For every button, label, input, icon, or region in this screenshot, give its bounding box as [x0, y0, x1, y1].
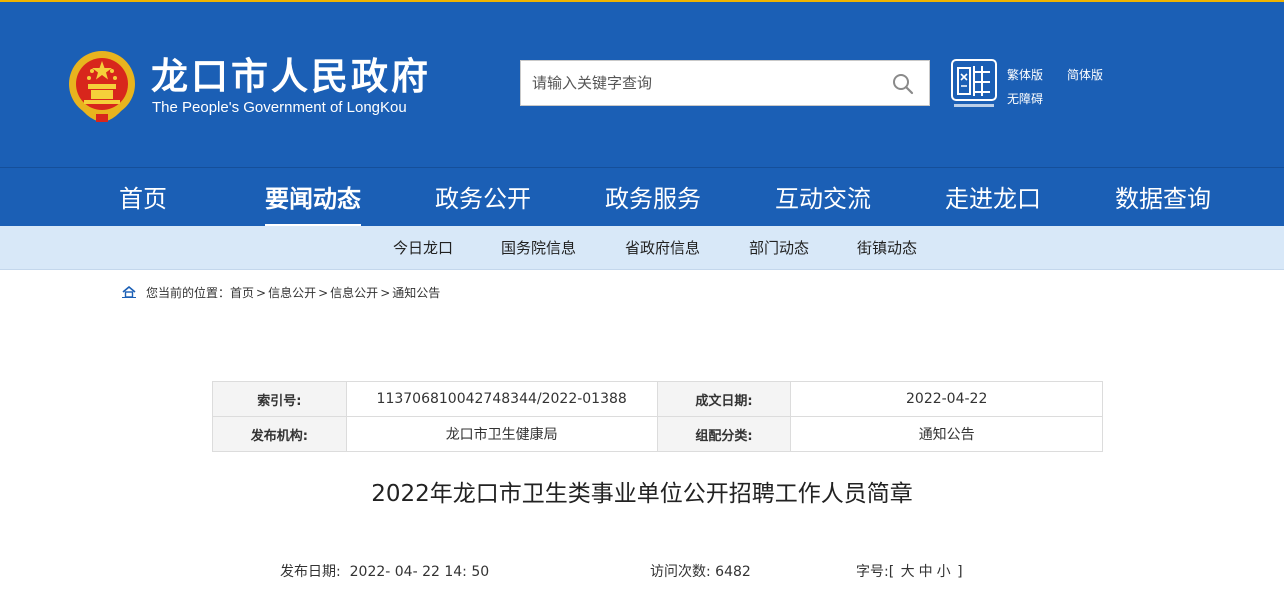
home-icon: [122, 286, 136, 298]
nav-item-home[interactable]: 首页: [119, 168, 167, 227]
written-date-label: 成文日期:: [656, 381, 792, 417]
yantai-china-logo-icon: [951, 59, 997, 107]
visit-count-value: 6482: [715, 564, 751, 580]
publish-date-value: 2022- 04- 22 14: 50: [349, 564, 490, 580]
accessibility-link[interactable]: 无障碍: [1007, 92, 1043, 106]
category-label: 组配分类:: [656, 416, 792, 452]
font-size-bracket: [: [888, 564, 895, 580]
font-size-control: 字号:[ 大中小 ]: [856, 562, 963, 582]
breadcrumb-separator: >: [318, 286, 329, 300]
search-icon[interactable]: [891, 72, 915, 96]
simplified-chinese-link[interactable]: 简体版: [1067, 68, 1103, 82]
main-nav: 首页 要闻动态 政务公开 政务服务 互动交流 走进龙口 数据查询: [0, 167, 1284, 227]
breadcrumb-separator: >: [256, 286, 267, 300]
breadcrumb-link-info-public-2[interactable]: 信息公开: [330, 286, 378, 300]
font-size-bracket: ]: [957, 564, 963, 580]
visit-count: 访问次数: 6482: [650, 562, 751, 582]
nav-item-news[interactable]: 要闻动态: [265, 168, 361, 227]
nav-item-gov-services[interactable]: 政务服务: [605, 168, 701, 227]
search-box: [520, 60, 930, 106]
breadcrumb-link-info-public[interactable]: 信息公开: [268, 286, 316, 300]
index-value: 11370681004274834​4/2022-01388: [345, 381, 658, 417]
font-size-label: 字号:: [856, 564, 889, 580]
article-title: 2022年龙口市卫生类事业单位公开招聘工作人员简章: [371, 481, 913, 507]
index-label: 索引号:: [212, 381, 347, 417]
nav-item-about-longkou[interactable]: 走进龙口: [945, 168, 1041, 227]
search-input[interactable]: [521, 61, 881, 105]
sub-nav: 今日龙口 国务院信息 省政府信息 部门动态 街镇动态: [0, 226, 1284, 270]
publish-date: 发布日期: 2022- 04- 22 14: 50: [280, 562, 489, 582]
nav-item-gov-affairs[interactable]: 政务公开: [435, 168, 531, 227]
table-row: 发布机构: 龙口市卫生健康局 组配分类: 通知公告: [212, 416, 1103, 452]
publisher-value: 龙口市卫生健康局: [345, 416, 658, 452]
nav-item-interaction[interactable]: 互动交流: [775, 168, 871, 227]
subnav-item-state-council[interactable]: 国务院信息: [501, 226, 576, 270]
breadcrumb: 您当前的位置：首页 > 信息公开 > 信息公开 > 通知公告: [122, 284, 440, 302]
category-value: 通知公告: [790, 416, 1103, 452]
document-info-table: 索引号: 11370681004274834​4/2022-01388 成文日期…: [212, 381, 1103, 452]
written-date-value: 2022-04-22: [790, 381, 1103, 417]
font-size-medium-button[interactable]: 中: [919, 564, 933, 580]
breadcrumb-link-home[interactable]: 首页: [230, 286, 254, 300]
subnav-item-dept-news[interactable]: 部门动态: [749, 226, 809, 270]
visit-count-label: 访问次数:: [650, 564, 711, 580]
site-header: 龙口市人民政府 The People's Government of LongK…: [0, 0, 1284, 167]
font-size-large-button[interactable]: 大: [901, 564, 915, 580]
publisher-label: 发布机构:: [212, 416, 347, 452]
breadcrumb-link-notices[interactable]: 通知公告: [392, 286, 440, 300]
subnav-item-provincial-gov[interactable]: 省政府信息: [625, 226, 700, 270]
breadcrumb-prefix: 您当前的位置：: [146, 286, 231, 300]
font-size-small-button[interactable]: 小: [937, 564, 951, 580]
publish-date-label: 发布日期:: [280, 564, 341, 580]
traditional-chinese-link[interactable]: 繁体版: [1007, 68, 1043, 82]
table-row: 索引号: 11370681004274834​4/2022-01388 成文日期…: [212, 381, 1103, 417]
subnav-item-today-longkou[interactable]: 今日龙口: [393, 226, 453, 270]
national-emblem-icon[interactable]: [66, 48, 138, 124]
site-subtitle: The People's Government of LongKou: [152, 99, 407, 116]
subnav-item-street-town-news[interactable]: 街镇动态: [857, 226, 917, 270]
nav-item-data-query[interactable]: 数据查询: [1115, 168, 1211, 227]
site-title[interactable]: 龙口市人民政府: [151, 56, 431, 98]
breadcrumb-separator: >: [380, 286, 391, 300]
